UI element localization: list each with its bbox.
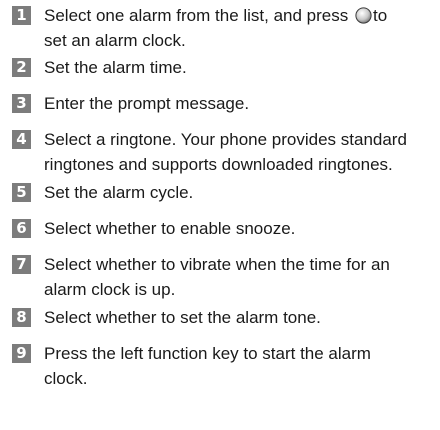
step-line: ringtones and supports downloaded ringto… [44,155,393,174]
step-text: Select whether to set the alarm tone. [44,305,436,330]
step-number-badge: 5 [12,183,31,202]
step-number-badge: 7 [12,255,31,274]
step-number-badge: 3 [12,94,31,113]
step-number-badge: 9 [12,344,31,363]
step-line: Set the alarm time. [44,58,187,77]
step-line: Select one alarm from the list, and pres… [44,6,388,25]
ok-key-icon [355,6,372,24]
step-text: Set the alarm cycle. [44,180,436,205]
step-line: alarm clock is up. [44,280,176,299]
step-line: Press the left function key to start the… [44,344,371,363]
step-line: Select whether to enable snooze. [44,219,296,238]
step-line: Select a ringtone. Your phone provides s… [44,130,407,149]
step-text: Select one alarm from the list, and pres… [44,3,436,53]
step-number-badge: 8 [12,308,31,327]
step-line: Select whether to vibrate when the time … [44,255,390,274]
step-line: Enter the prompt message. [44,94,250,113]
step-line: Select whether to set the alarm tone. [44,308,321,327]
step-text: Select whether to vibrate when the time … [44,252,436,302]
step-text: Select a ringtone. Your phone provides s… [44,127,436,177]
step-line: clock. [44,369,88,388]
step-number-badge: 4 [12,130,31,149]
step-number-badge: 2 [12,58,31,77]
step-number-badge: 1 [12,6,31,25]
step-text: Press the left function key to start the… [44,341,436,391]
step-line: set an alarm clock. [44,31,186,50]
step-text: Set the alarm time. [44,55,436,80]
step-line: Set the alarm cycle. [44,183,194,202]
step-text: Select whether to enable snooze. [44,216,436,241]
step-text: Enter the prompt message. [44,91,436,116]
step-number-badge: 6 [12,219,31,238]
